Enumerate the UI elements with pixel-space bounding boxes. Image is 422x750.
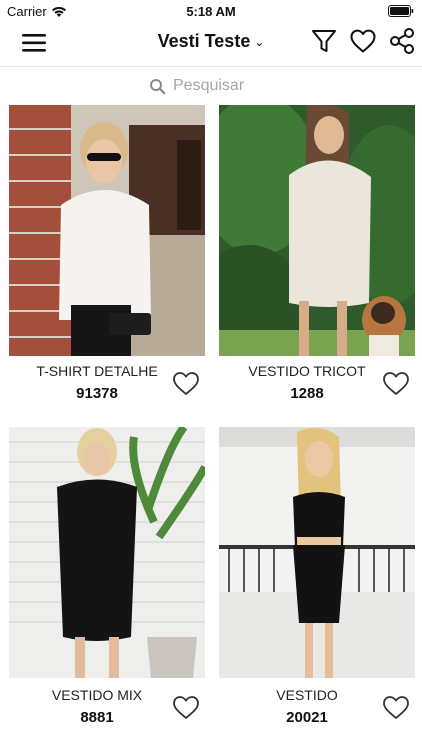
product-code: 20021 (286, 709, 328, 726)
heart-icon[interactable] (171, 369, 201, 397)
product-image[interactable] (9, 105, 205, 356)
product-name: T-SHIRT DETALHE (36, 363, 158, 379)
heart-icon[interactable] (348, 26, 378, 56)
chevron-down-icon: ⌄ (254, 35, 265, 49)
heart-icon[interactable] (381, 693, 411, 721)
store-name: Vesti Teste (157, 31, 251, 51)
battery-icon (388, 5, 414, 17)
nav-bar: Vesti Teste ⌄ (0, 22, 422, 66)
product-name: VESTIDO TRICOT (248, 363, 366, 379)
product-image[interactable] (219, 105, 415, 356)
product-code: 1288 (290, 385, 324, 402)
status-bar: Carrier 5:18 AM (0, 0, 422, 22)
filter-icon[interactable] (309, 26, 339, 56)
product-name: VESTIDO MIX (51, 687, 143, 703)
store-selector[interactable]: Vesti Teste ⌄ (158, 31, 265, 51)
product-code: 8881 (80, 709, 114, 726)
product-image[interactable] (219, 427, 415, 678)
product-grid: T-SHIRT DETALHE 91378 VESTIDO TRICOT 128… (0, 105, 422, 750)
search-input[interactable] (173, 77, 273, 95)
product-name: VESTIDO (276, 687, 338, 703)
heart-icon[interactable] (381, 369, 411, 397)
search-bar (0, 67, 422, 105)
product-code: 91378 (76, 385, 118, 402)
search-icon (150, 78, 166, 94)
status-time: 5:18 AM (186, 4, 236, 19)
heart-icon[interactable] (171, 693, 201, 721)
menu-icon[interactable] (20, 29, 48, 57)
product-image[interactable] (9, 427, 205, 678)
share-icon[interactable] (387, 26, 417, 56)
